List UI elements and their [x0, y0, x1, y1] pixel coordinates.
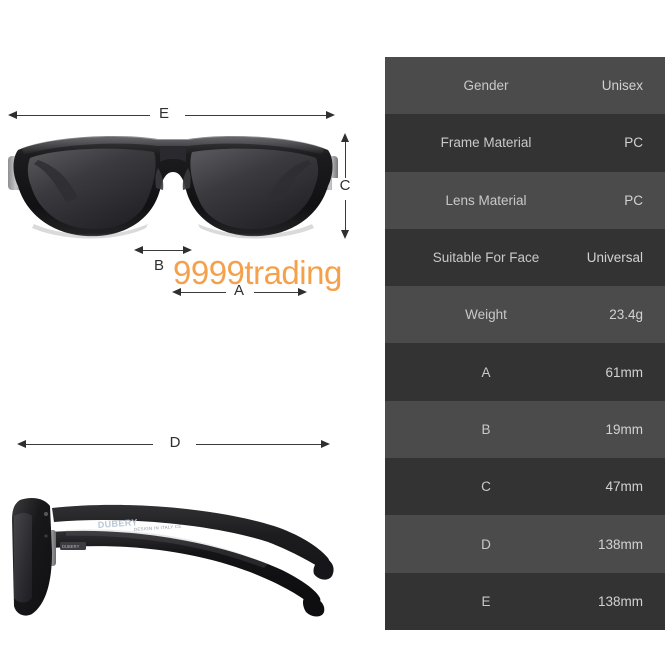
arrow-head-d-right: [321, 440, 330, 448]
arrow-line-b: [142, 250, 185, 251]
arrow-head-e-left: [8, 111, 17, 119]
dimension-label-b: B: [146, 258, 172, 274]
table-row: C 47mm: [385, 458, 665, 516]
spec-key: Suitable For Face: [432, 250, 540, 266]
spec-value: 138mm: [597, 593, 643, 609]
arrow-line-a-right: [254, 292, 300, 293]
dimension-label-d: D: [161, 435, 189, 451]
table-row: B 19mm: [385, 400, 665, 459]
table-row: Suitable For Face Universal: [385, 228, 665, 287]
product-spec-sheet: E C B A D DUBERY DESIGN IN ITALY CE DUBE…: [0, 0, 665, 665]
arrow-line-a-left: [180, 292, 227, 293]
spec-key: C: [481, 479, 491, 495]
arrow-head-c-bottom: [341, 230, 349, 239]
table-row: Gender Unisex: [385, 57, 665, 115]
spec-key: Weight: [465, 307, 507, 323]
arrow-line-d-left: [25, 444, 153, 445]
arrow-line-e-left: [16, 115, 156, 116]
specification-table: Gender Unisex Frame Material PC Lens Mat…: [385, 57, 665, 630]
arrow-head-e-right: [326, 111, 335, 119]
arrow-head-b-left: [134, 246, 143, 254]
arrow-head-d-left: [17, 440, 26, 448]
dimension-label-a: A: [226, 283, 252, 299]
arrow-line-c-top: [345, 140, 346, 178]
table-row: D 138mm: [385, 515, 665, 573]
spec-key: B: [481, 421, 491, 437]
spec-key: Lens Material: [445, 192, 527, 208]
spec-key: Gender: [463, 78, 509, 94]
spec-value: PC: [624, 135, 643, 151]
sunglasses-side-view: DUBERY DESIGN IN ITALY CE DUBERY: [6, 486, 356, 626]
svg-text:DESIGN IN ITALY CE: DESIGN IN ITALY CE: [134, 524, 182, 532]
dimension-label-c: C: [332, 178, 358, 194]
spec-key: D: [481, 536, 491, 552]
spec-key: Frame Material: [440, 135, 532, 151]
spec-value: 19mm: [605, 421, 643, 437]
spec-value: Unisex: [601, 78, 643, 94]
spec-value: 47mm: [605, 479, 643, 495]
sunglasses-front-view: [8, 128, 338, 248]
svg-text:DUBERY: DUBERY: [62, 544, 80, 549]
spec-value: PC: [624, 192, 643, 208]
spec-value: 23.4g: [609, 307, 643, 323]
diagram-column: E C B A D DUBERY DESIGN IN ITALY CE DUBE…: [0, 0, 378, 665]
svg-text:DUBERY: DUBERY: [97, 517, 138, 530]
spec-value: 61mm: [605, 364, 643, 380]
arrow-line-c-bottom: [345, 200, 346, 232]
spec-value: Universal: [586, 250, 643, 266]
spec-key: A: [481, 364, 491, 380]
table-row: Lens Material PC: [385, 171, 665, 229]
table-row: A 61mm: [385, 343, 665, 401]
table-row: Frame Material PC: [385, 114, 665, 172]
dimension-label-e: E: [150, 106, 178, 122]
arrow-head-b-right: [183, 246, 192, 254]
table-row: Weight 23.4g: [385, 286, 665, 344]
arrow-line-d-right: [196, 444, 322, 445]
spec-value: 138mm: [597, 536, 643, 552]
arrow-head-c-top: [341, 133, 349, 142]
arrow-line-e-right: [185, 115, 327, 116]
arrow-head-a-right: [298, 288, 307, 296]
table-row: E 138mm: [385, 572, 665, 630]
arrow-head-a-left: [172, 288, 181, 296]
spec-key: E: [481, 593, 491, 609]
